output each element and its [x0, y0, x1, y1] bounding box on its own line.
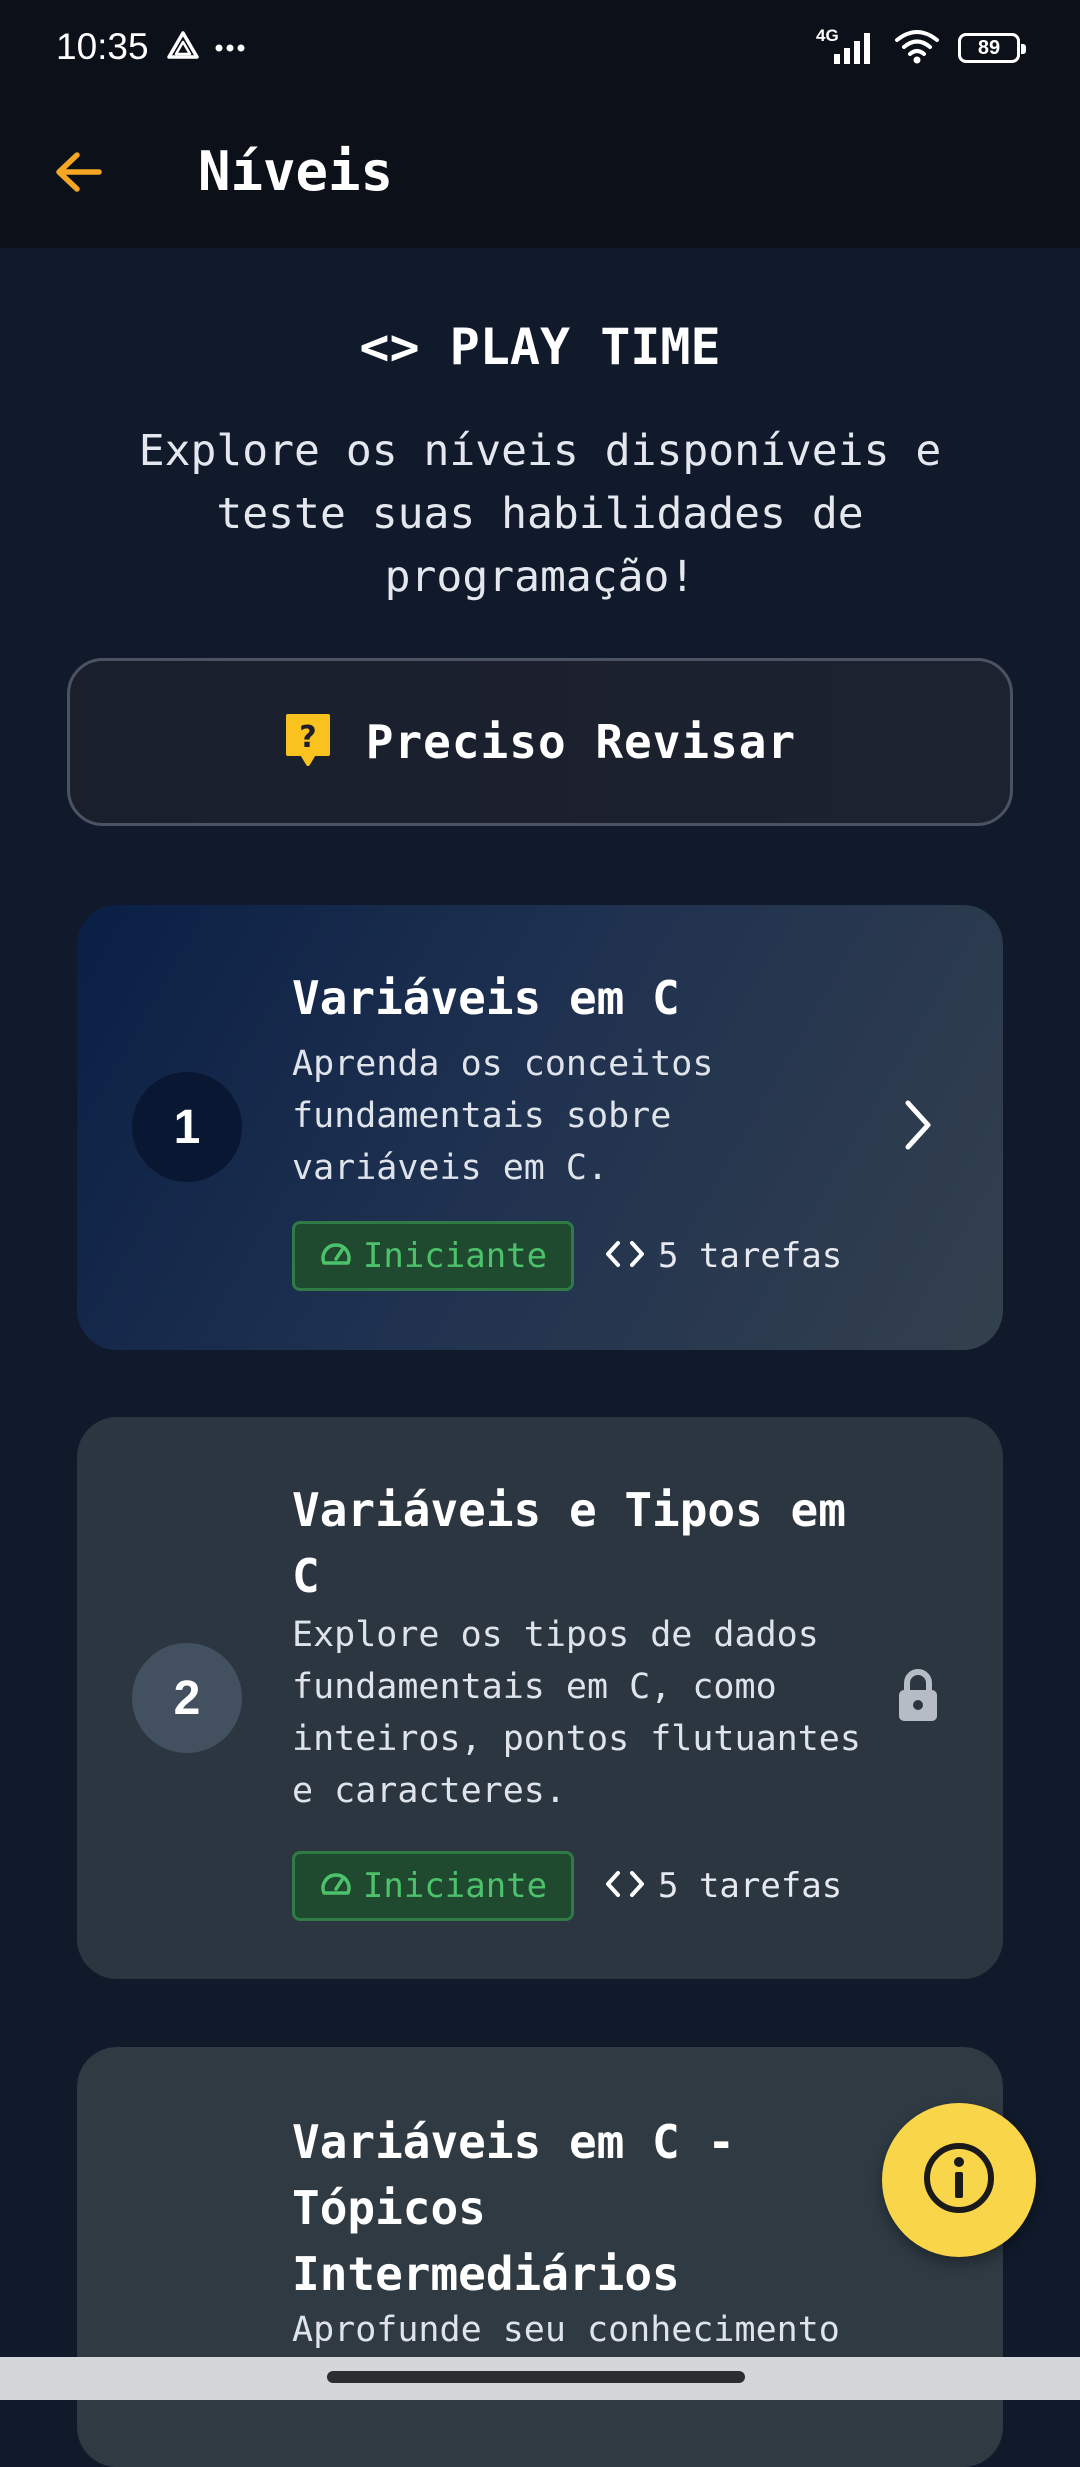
status-bar: 10:35 4G 89 [0, 0, 1080, 100]
app-bar: Níveis [0, 100, 1080, 248]
level-title: Variáveis em C - Tópicos Intermediários [292, 2115, 736, 2301]
difficulty-label: Iniciante [362, 1236, 548, 1276]
cellular-signal-icon: 4G [816, 26, 876, 66]
more-dots-icon [214, 38, 246, 57]
wifi-icon [894, 28, 940, 68]
level-number-badge: 1 [132, 1072, 242, 1182]
info-icon [921, 2140, 997, 2220]
page-title: Níveis [198, 140, 394, 203]
info-fab-button[interactable] [882, 2103, 1036, 2257]
code-brackets-icon [604, 1869, 646, 1903]
gauge-icon [319, 1239, 353, 1273]
level-meta: Iniciante 5 tarefas [292, 1221, 842, 1291]
level-description: Explore os tipos de dados fundamentais e… [292, 1615, 861, 1811]
home-indicator[interactable] [327, 2371, 745, 2383]
back-button[interactable] [40, 136, 116, 212]
chevron-right-icon [900, 1098, 936, 1156]
status-time: 10:35 [56, 26, 149, 67]
status-left-icons [166, 30, 246, 64]
open-level-button[interactable] [888, 1097, 948, 1157]
level-card-2[interactable]: 2 Variáveis e Tipos em C Explore os tipo… [77, 1417, 1003, 1979]
level-description: Aprofunde seu conhecimento [292, 2310, 840, 2350]
task-count-label: 5 tarefas [658, 1866, 843, 1906]
review-button[interactable]: ? Preciso Revisar [67, 658, 1013, 826]
level-meta: Iniciante 5 tarefas [292, 1851, 842, 1921]
hero-subtitle: Explore os níveis disponíveis e teste su… [138, 426, 942, 602]
hero-title: <> PLAY TIME [359, 318, 721, 376]
difficulty-chip: Iniciante [292, 1851, 574, 1921]
task-count-label: 5 tarefas [658, 1236, 843, 1276]
gauge-icon [319, 1869, 353, 1903]
level-title: Variáveis em C [292, 971, 680, 1025]
battery-level: 89 [977, 36, 1001, 59]
status-right-icons: 4G 89 [816, 26, 1026, 68]
code-brackets-icon [604, 1239, 646, 1273]
arrow-left-icon [53, 150, 103, 198]
level-title: Variáveis e Tipos em C [292, 1483, 846, 1603]
battery-icon: 89 [958, 33, 1026, 63]
lock-icon [896, 1667, 940, 1727]
level-number-badge: 2 [132, 1643, 242, 1753]
difficulty-chip: Iniciante [292, 1221, 574, 1291]
level-card-1[interactable]: 1 Variáveis em C Aprenda os conceitos fu… [77, 905, 1003, 1350]
level-card-3[interactable]: Variáveis em C - Tópicos Intermediários … [77, 2047, 1003, 2467]
system-navigation-bar [0, 2357, 1080, 2400]
review-button-label: Preciso Revisar [365, 715, 797, 769]
difficulty-label: Iniciante [362, 1866, 548, 1906]
svg-text:?: ? [299, 720, 316, 755]
question-badge-icon: ? [284, 712, 332, 772]
task-count: 5 tarefas [604, 1866, 842, 1906]
locked-indicator [888, 1667, 948, 1727]
task-count: 5 tarefas [604, 1236, 842, 1276]
level-description: Aprenda os conceitos fundamentais sobre … [292, 1044, 714, 1188]
drive-icon [166, 30, 200, 64]
